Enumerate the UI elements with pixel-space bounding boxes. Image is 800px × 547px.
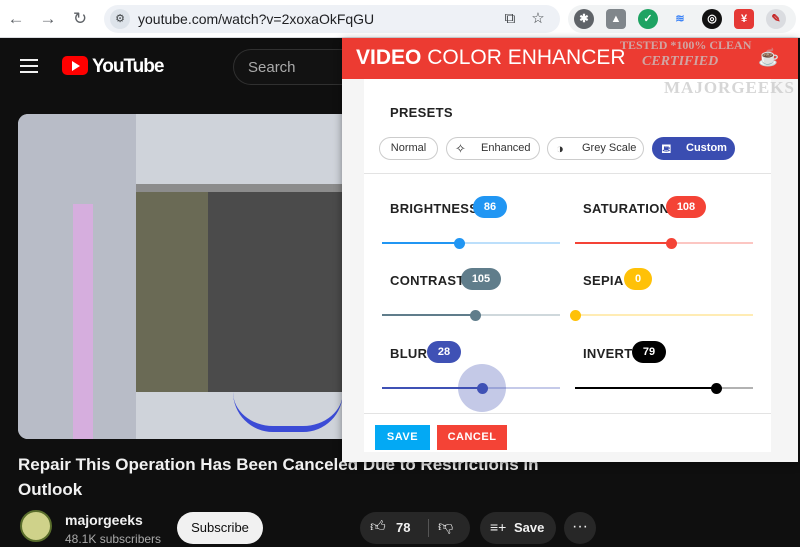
brightness-slider-fill (382, 242, 459, 244)
thumbs-down-icon[interactable]: 👎︎ (438, 518, 453, 536)
ext-audio-icon[interactable]: ≋ (670, 9, 690, 29)
cancel-button[interactable]: CANCEL (437, 425, 507, 450)
majorgeeks-watermark: TESTED *100% CLEAN CERTIFIED MAJORGEEKS (616, 38, 794, 116)
presets-label: PRESETS (390, 105, 453, 120)
ext-shield-icon[interactable]: ▲ (606, 9, 626, 29)
address-bar[interactable]: ⚙ youtube.com/watch?v=2xoxaOkFqGU ⧉ ☆ (104, 5, 560, 33)
popup-title-rest: COLOR ENHANCER (421, 46, 626, 69)
popup-title-bold: VIDEO (356, 46, 422, 69)
channel-name[interactable]: majorgeeks (65, 512, 143, 528)
save-label: Save (514, 520, 545, 535)
url-text[interactable]: youtube.com/watch?v=2xoxaOkFqGU (138, 11, 374, 27)
blur-slider-thumb[interactable] (477, 383, 488, 394)
saturation-value-badge: 108 (666, 196, 706, 218)
preset-custom-label: Custom (686, 142, 727, 154)
preset-enhanced-button[interactable]: ✧ Enhanced (446, 137, 540, 160)
saturation-label: SATURATION (583, 201, 670, 216)
channel-avatar[interactable] (20, 510, 52, 542)
ext-check-icon[interactable]: ✓ (638, 9, 658, 29)
contrast-slider-thumb[interactable] (470, 310, 481, 321)
youtube-logo-icon[interactable] (62, 56, 88, 75)
reload-icon[interactable]: ↻ (70, 9, 90, 29)
youtube-logo-text[interactable]: YouTube (92, 56, 164, 78)
watermark-line2: CERTIFIED (642, 54, 719, 69)
invert-label: INVERT (583, 346, 633, 361)
preset-greyscale-label: Grey Scale (582, 142, 637, 154)
brightness-label: BRIGHTNESS (390, 201, 479, 216)
subscribe-button[interactable]: Subscribe (177, 512, 263, 544)
site-info-icon[interactable]: ⚙ (110, 9, 130, 29)
invert-slider-fill (575, 387, 716, 389)
save-button[interactable]: ≡+ Save (480, 512, 556, 544)
preset-normal-button[interactable]: Normal (379, 137, 438, 160)
search-placeholder: Search (248, 59, 296, 76)
footer-divider (364, 413, 771, 414)
saturation-slider-thumb[interactable] (666, 238, 677, 249)
ext-chrome-icon[interactable]: ✱ (574, 9, 594, 29)
ext-target-icon[interactable]: ◎ (702, 9, 722, 29)
sepia-value-badge: 0 (624, 268, 652, 290)
brightness-value-badge: 86 (473, 196, 507, 218)
watermark-line1: TESTED *100% CLEAN (620, 38, 752, 52)
like-count[interactable]: 78 (396, 520, 410, 535)
invert-slider-thumb[interactable] (711, 383, 722, 394)
brightness-slider-thumb[interactable] (454, 238, 465, 249)
like-divider (428, 519, 429, 537)
contrast-icon: ◑ (556, 141, 564, 156)
coffee-cup-icon[interactable]: ☕ (758, 48, 780, 68)
preset-enhanced-label: Enhanced (481, 142, 531, 154)
paint-bucket-icon: ⛾ (661, 141, 672, 156)
presets-divider (364, 173, 771, 174)
thumbs-up-icon[interactable]: 👍︎ (370, 518, 386, 536)
saturation-slider-fill (575, 242, 671, 244)
install-app-icon[interactable]: ⧉ (500, 9, 520, 29)
sepia-slider-thumb[interactable] (570, 310, 581, 321)
magic-wand-icon: ✧ (455, 141, 466, 156)
subscriber-count: 48.1K subscribers (65, 532, 162, 546)
like-dislike-group: 👍︎ 78 👎︎ (360, 512, 470, 544)
extensions-area: ✱ ▲ ✓ ≋ ◎ ¥ ✎ (568, 5, 796, 33)
bookmark-star-icon[interactable]: ☆ (528, 9, 548, 29)
invert-value-badge: 79 (632, 341, 666, 363)
ext-red-icon[interactable]: ¥ (734, 9, 754, 29)
contrast-slider-fill (382, 314, 475, 316)
contrast-value-badge: 105 (461, 268, 501, 290)
preset-custom-button[interactable]: ⛾ Custom (652, 137, 735, 160)
preset-normal-label: Normal (390, 142, 427, 154)
playlist-add-icon: ≡+ (490, 519, 507, 535)
sepia-slider-track[interactable] (575, 314, 753, 316)
ext-magic-icon[interactable]: ✎ (766, 9, 786, 29)
more-actions-button[interactable]: ··· (564, 512, 596, 544)
back-icon[interactable]: ← (6, 9, 26, 29)
blur-value-badge: 28 (427, 341, 461, 363)
menu-icon[interactable] (20, 59, 38, 73)
video-frame-stripe (73, 204, 93, 439)
sepia-label: SEPIA (583, 273, 624, 288)
blur-label: BLUR (390, 346, 428, 361)
contrast-label: CONTRAST (390, 273, 465, 288)
save-settings-button[interactable]: SAVE (375, 425, 430, 450)
forward-icon[interactable]: → (38, 9, 58, 29)
popup-card (364, 79, 771, 452)
preset-greyscale-button[interactable]: ◑ Grey Scale (547, 137, 644, 160)
popup-title: VIDEO COLOR ENHANCER (356, 46, 626, 70)
watermark-line3: MAJORGEEKS (664, 78, 795, 97)
video-frame-ring (233, 392, 343, 432)
browser-toolbar: ← → ↻ ⚙ youtube.com/watch?v=2xoxaOkFqGU … (0, 0, 800, 38)
